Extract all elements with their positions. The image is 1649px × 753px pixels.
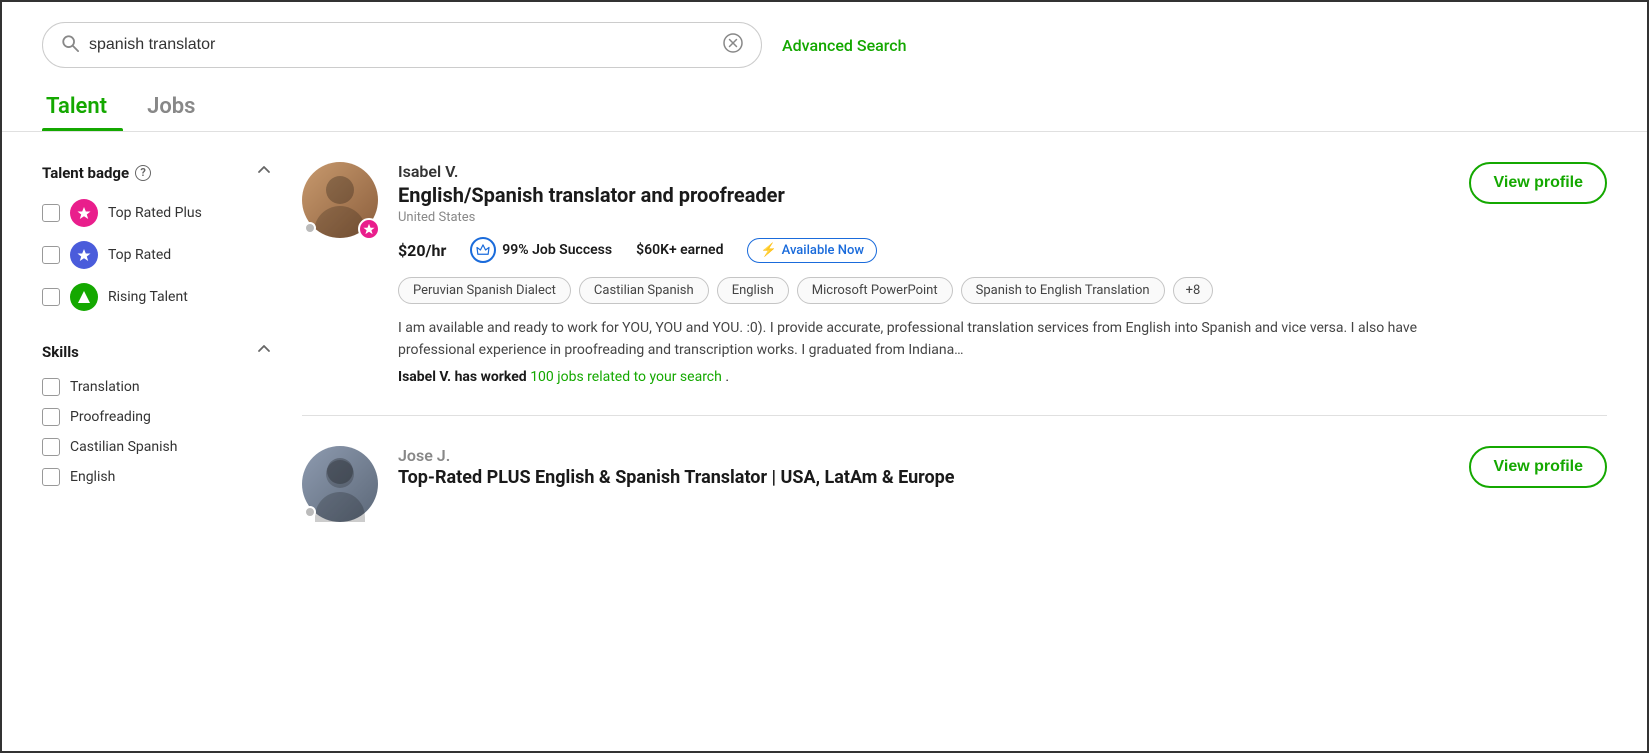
badge-top-rated-checkbox[interactable] [42, 246, 60, 264]
search-icon [61, 34, 79, 56]
top-rated-plus-icon [70, 199, 98, 227]
isabel-online-status [304, 222, 316, 234]
isabel-avatar-wrap [302, 162, 378, 238]
skill-tag-powerpoint[interactable]: Microsoft PowerPoint [797, 277, 953, 304]
talent-badge-header: Talent badge ? [42, 162, 272, 183]
skills-collapse-icon[interactable] [256, 341, 272, 362]
badge-top-rated-plus-option: Top Rated Plus [42, 199, 272, 227]
badge-rising-talent-checkbox[interactable] [42, 288, 60, 306]
isabel-profile-info: Isabel V. English/Spanish translator and… [398, 162, 1469, 385]
skill-tag-spanish-to-english[interactable]: Spanish to English Translation [961, 277, 1165, 304]
skill-english-option: English [42, 468, 272, 486]
isabel-skills-tags: Peruvian Spanish Dialect Castilian Spani… [398, 277, 1469, 304]
badge-top-rated-plus-checkbox[interactable] [42, 204, 60, 222]
skill-proofreading-option: Proofreading [42, 408, 272, 426]
isabel-rate: $20/hr [398, 241, 446, 260]
skills-filter-title: Skills [42, 343, 79, 361]
skill-castilian-spanish-label: Castilian Spanish [70, 439, 177, 455]
main-layout: Talent badge ? Top Rated Plus [2, 132, 1647, 532]
badge-rising-talent-option: Rising Talent [42, 283, 272, 311]
clear-icon[interactable] [723, 33, 743, 57]
skills-filter: Skills Translation Proofreading Castilia… [42, 341, 272, 486]
rising-talent-icon [70, 283, 98, 311]
isabel-jobs-period: . [725, 369, 729, 385]
talent-badge-filter: Talent badge ? Top Rated Plus [42, 162, 272, 311]
badge-top-rated-plus-label: Top Rated Plus [108, 205, 202, 221]
skill-tag-peruvian[interactable]: Peruvian Spanish Dialect [398, 277, 571, 304]
results-area: Isabel V. English/Spanish translator and… [302, 162, 1607, 532]
skill-tag-castilian[interactable]: Castilian Spanish [579, 277, 709, 304]
isabel-jobs-worked: Isabel V. has worked 100 jobs related to… [398, 369, 1469, 385]
top-rated-icon [70, 241, 98, 269]
search-input[interactable] [89, 36, 713, 54]
isabel-availability-badge: ⚡ Available Now [747, 238, 877, 263]
skill-tag-more[interactable]: +8 [1173, 277, 1214, 304]
skill-tag-english[interactable]: English [717, 277, 789, 304]
isabel-view-profile-button[interactable]: View profile [1469, 162, 1607, 204]
isabel-badge-star [358, 218, 380, 240]
jose-profile-info: Jose J. Top-Rated PLUS English & Spanish… [398, 446, 955, 488]
tab-talent[interactable]: Talent [42, 88, 123, 131]
talent-badge-collapse-icon[interactable] [256, 162, 272, 183]
talent-badge-title: Talent badge ? [42, 164, 151, 182]
badge-rising-talent-label: Rising Talent [108, 289, 188, 305]
isabel-job-success: 99% Job Success [470, 237, 612, 263]
skill-translation-checkbox[interactable] [42, 378, 60, 396]
profile-card-jose: Jose J. Top-Rated PLUS English & Spanish… [302, 446, 1607, 532]
search-bar-area: Advanced Search [2, 2, 1647, 78]
skill-english-checkbox[interactable] [42, 468, 60, 486]
talent-badge-help-icon[interactable]: ? [135, 165, 151, 181]
badge-top-rated-label: Top Rated [108, 247, 171, 263]
isabel-card-inner: Isabel V. English/Spanish translator and… [302, 162, 1469, 385]
skill-proofreading-label: Proofreading [70, 409, 151, 425]
isabel-jobs-worked-strong: Isabel V. has worked [398, 369, 527, 385]
skill-proofreading-checkbox[interactable] [42, 408, 60, 426]
skill-castilian-spanish-checkbox[interactable] [42, 438, 60, 456]
jose-card-inner: Jose J. Top-Rated PLUS English & Spanish… [302, 446, 955, 532]
tab-jobs[interactable]: Jobs [143, 88, 211, 131]
jose-avatar-wrap [302, 446, 378, 522]
isabel-card-row: Isabel V. English/Spanish translator and… [302, 162, 1607, 385]
jose-title: Top-Rated PLUS English & Spanish Transla… [398, 467, 955, 488]
profile-card-isabel: Isabel V. English/Spanish translator and… [302, 162, 1607, 416]
isabel-jobs-count: 100 jobs related to your search [530, 369, 722, 385]
jose-view-profile-button[interactable]: View profile [1469, 446, 1607, 488]
sidebar: Talent badge ? Top Rated Plus [42, 162, 302, 532]
isabel-stats: $20/hr 99% Job Success $60K+ earned [398, 237, 1469, 263]
skill-english-label: English [70, 469, 115, 485]
skill-translation-label: Translation [70, 379, 140, 395]
isabel-name: Isabel V. [398, 162, 1469, 181]
advanced-search-link[interactable]: Advanced Search [782, 36, 907, 55]
isabel-location: United States [398, 210, 1469, 225]
skill-translation-option: Translation [42, 378, 272, 396]
jose-name: Jose J. [398, 446, 955, 465]
isabel-title: English/Spanish translator and proofread… [398, 183, 1469, 207]
lightning-icon: ⚡ [760, 243, 776, 258]
skill-castilian-spanish-option: Castilian Spanish [42, 438, 272, 456]
badge-top-rated-option: Top Rated [42, 241, 272, 269]
isabel-availability-text: Available Now [782, 243, 864, 258]
isabel-bio: I am available and ready to work for YOU… [398, 318, 1469, 361]
search-box [42, 22, 762, 68]
jose-card-row: Jose J. Top-Rated PLUS English & Spanish… [302, 446, 1607, 532]
isabel-earned: $60K+ earned [636, 242, 723, 258]
isabel-job-success-text: 99% Job Success [502, 242, 612, 258]
skills-filter-header: Skills [42, 341, 272, 362]
tabs-row: Talent Jobs [2, 78, 1647, 132]
job-success-crown-icon [470, 237, 496, 263]
